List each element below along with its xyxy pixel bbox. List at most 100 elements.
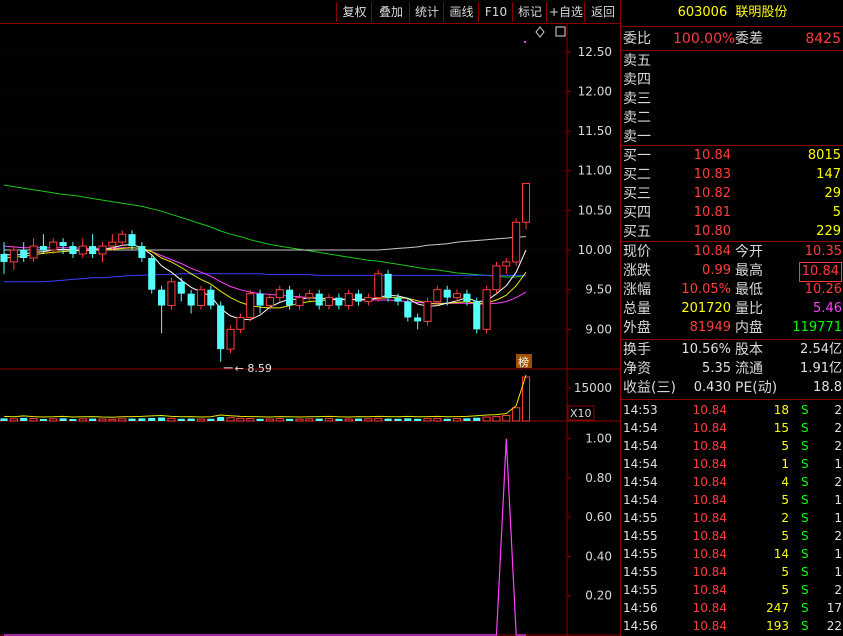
volume-bar [286,418,294,421]
volume-bar [108,418,117,422]
price-axis-label: 10.50 [578,203,612,217]
chart-toolbar: 复权 叠加 统计 画线 F10 标记 +自选 返回 [0,0,620,24]
candle-body [177,281,185,294]
trade-row: 14:55 10.84 5 S 2 [621,581,843,599]
candle-body [404,301,412,318]
candle-body [394,297,402,302]
candle-body [59,242,67,247]
fund-row: 换手 10.56% 股本 2.54亿 [621,341,843,359]
candle-body [0,254,8,262]
trade-price: 10.84 [692,475,727,489]
candle-body [226,328,235,350]
candle-body [20,250,28,258]
trade-side: S [801,565,809,579]
buy-level-label: 买一 [623,148,651,164]
fund-value: 18.8 [813,380,842,395]
indicator-axis-label: 0.80 [585,471,612,485]
quote-row: 涨跌 0.99 最高 10.84 [621,262,843,282]
stock-code: 603006 [677,5,728,20]
candle-body [433,289,442,303]
candle-body [167,281,176,307]
trade-row: 14:56 10.84 247 S 17 [621,599,843,617]
trade-time: 14:54 [623,421,658,435]
candle-body [108,241,117,247]
indicator-axis-label: 0.20 [585,589,612,603]
trade-volume: 193 [766,619,789,633]
indicator-axis-label: 1.00 [585,432,612,446]
trade-time: 14:55 [623,583,658,597]
volume-bar [344,418,353,422]
toolbar-button-3[interactable]: 画线 [443,2,479,22]
fund-label: 收益(三) [623,380,676,396]
toolbar-button-2[interactable]: 统计 [409,2,444,22]
toolbar-button-0[interactable]: 复权 [336,2,372,22]
toolbar-button-1[interactable]: 叠加 [371,2,410,22]
volume-bar [49,418,58,422]
fund-row: 净资 5.35 流通 1.91亿 [621,360,843,378]
candle-body [148,257,156,290]
trade-side: S [801,475,809,489]
candle-body [463,293,471,302]
trade-volume: 1 [781,457,789,471]
trade-count: 2 [834,439,842,453]
volume-bar [404,418,412,421]
trade-volume: 18 [773,403,789,417]
volume-bar [0,418,8,421]
trade-price: 10.84 [692,421,727,435]
toolbar-button-6[interactable]: +自选 [546,2,585,22]
volume-bar [20,417,28,421]
buy-volume: 229 [816,224,841,239]
box-icon [555,26,566,37]
volume-bar [295,418,304,422]
sell-level-label: 卖一 [623,129,651,145]
candle-body [187,293,195,306]
order-diff-value: 8425 [805,31,841,47]
trade-time: 14:53 [623,403,658,417]
ma-line-blue [4,273,526,283]
volume-bar [98,418,107,422]
candle-body [29,245,38,259]
volume-bar [364,418,373,422]
volume-bar [423,418,432,422]
candle-body [512,221,521,263]
price-axis-label: 11.00 [578,164,612,178]
volume-bar [118,418,127,422]
sell-level-label: 卖四 [623,72,651,88]
sell-row: 卖五 [621,52,843,70]
stock-name: 联明股份 [735,5,788,20]
sell-level-label: 卖五 [623,53,651,69]
trade-row: 14:55 10.84 5 S 2 [621,527,843,545]
order-ratio-value: 100.00% [673,31,736,47]
candle-body [78,245,87,255]
trade-side: S [801,547,809,561]
volume-bar [502,415,511,422]
kline-chart[interactable]: 12.50 12.00 11.50 11.00 10.50 10.00 9.50 9.00 ← … [0,0,620,636]
trade-price: 10.84 [692,601,727,615]
toolbar-button-5[interactable]: 标记 [512,2,547,22]
order-ratio-row: 委比 100.00% 委差 8425 [621,30,843,48]
price-axis-label: 12.50 [578,45,612,59]
sell-row: 卖一 [621,128,843,146]
trade-row: 14:54 10.84 4 S 2 [621,473,843,491]
candle-body [138,246,146,258]
candle-body [236,316,245,330]
buy-row: 买二 10.83 147 [621,166,843,184]
quote-label: 量比 [735,301,763,317]
toolbar-button-7[interactable]: 返回 [584,2,621,22]
volume-bar [453,418,462,422]
candle-body [256,293,264,306]
candle-body [482,289,491,330]
volume-bar [226,417,235,422]
volume-bar [463,418,471,421]
candle-body [196,289,206,307]
quote-label: 内盘 [735,320,763,336]
quote-label: 今开 [735,244,763,260]
trade-volume: 5 [781,565,789,579]
trade-count: 17 [826,601,842,615]
fund-value: 10.56% [681,342,731,357]
trade-time: 14:56 [623,601,658,615]
toolbar-button-4[interactable]: F10 [478,2,513,22]
trade-volume: 4 [781,475,789,489]
trade-price: 10.84 [692,619,727,633]
candle-body [49,241,58,251]
